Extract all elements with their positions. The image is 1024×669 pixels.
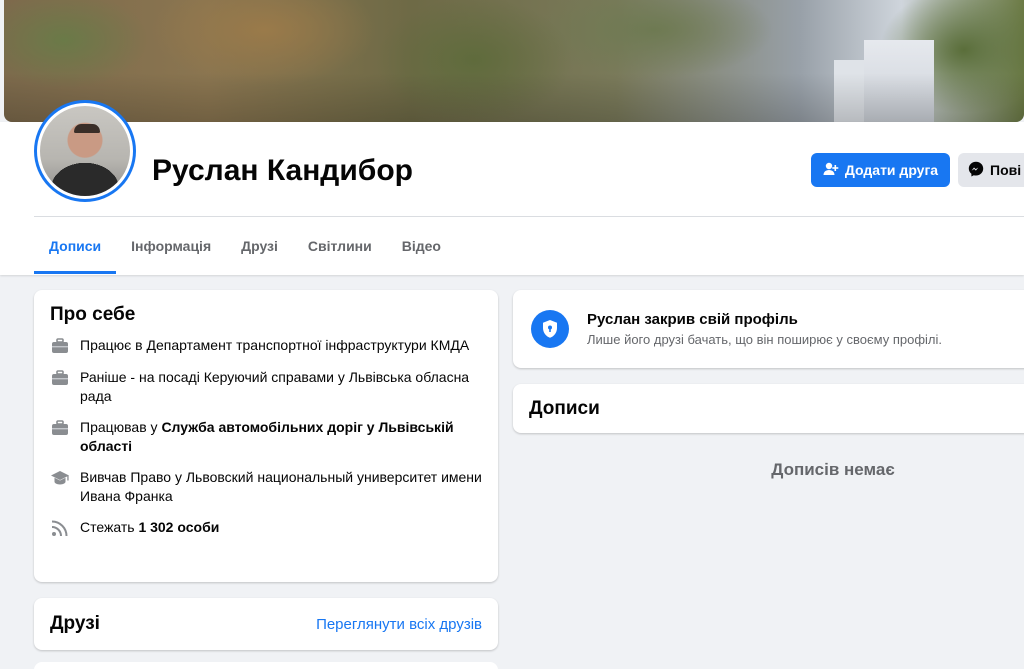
- header-divider: [34, 216, 1024, 217]
- tab-photos[interactable]: Світлини: [293, 218, 387, 274]
- locked-subtitle: Лише його друзі бачать, що він поширює у…: [587, 332, 943, 347]
- info-text: Стежать 1 302 особи: [80, 518, 219, 537]
- tab-label: Світлини: [307, 238, 372, 254]
- info-row-past-work: Працював у Служба автомобільних доріг у …: [50, 418, 482, 456]
- no-posts-message: Дописів немає: [771, 460, 895, 479]
- tab-videos[interactable]: Відео: [387, 218, 456, 274]
- info-prefix: Працював у: [80, 419, 162, 435]
- briefcase-icon: [50, 368, 70, 388]
- info-row-work: Працює в Департамент транспортної інфрас…: [50, 336, 482, 356]
- posts-card: Дописи: [513, 384, 1024, 433]
- locked-text: Руслан закрив свій профіль Лише його дру…: [587, 311, 942, 347]
- locked-profile-card: Руслан закрив свій профіль Лише його дру…: [513, 290, 1024, 368]
- tab-posts[interactable]: Дописи: [34, 218, 117, 274]
- info-text: Вивчав Право у Львовский национальный ун…: [80, 469, 482, 504]
- friends-title: Друзі: [50, 613, 100, 634]
- briefcase-icon: [50, 418, 70, 438]
- info-row-previous-work: Раніше - на посаді Керуючий справами у Л…: [50, 368, 482, 406]
- avatar-photo: [37, 103, 133, 199]
- profile-name: Руслан Кандибор: [152, 154, 413, 187]
- message-button[interactable]: Пові: [958, 153, 1024, 187]
- info-text: Працював у Служба автомобільних доріг у …: [80, 418, 482, 456]
- about-card: Про себе Працює в Департамент транспортн…: [34, 290, 498, 582]
- messenger-icon: [968, 161, 984, 180]
- tab-label: Відео: [401, 238, 441, 254]
- briefcase-icon: [50, 336, 70, 356]
- graduation-cap-icon: [50, 468, 70, 488]
- followers-link[interactable]: 1 302 особи: [138, 519, 219, 535]
- next-card-edge: [34, 662, 498, 669]
- tab-friends[interactable]: Друзі: [226, 218, 293, 274]
- add-friend-label: Додати друга: [844, 162, 939, 178]
- info-row-followers: Стежать 1 302 особи: [50, 518, 482, 538]
- locked-title: Руслан закрив свій профіль: [587, 311, 798, 328]
- posts-title: Дописи: [529, 397, 600, 419]
- rss-icon: [50, 518, 70, 538]
- friends-card: Друзі Переглянути всіх друзів: [34, 598, 498, 650]
- message-label: Пові: [990, 162, 1022, 178]
- shield-lock-icon: [531, 310, 569, 348]
- info-prefix: Стежать: [80, 519, 139, 535]
- add-user-icon: [823, 162, 839, 179]
- profile-tabs: Дописи Інформація Друзі Світлини Відео: [34, 218, 456, 274]
- profile-avatar[interactable]: [34, 100, 136, 202]
- info-row-education: Вивчав Право у Львовский национальный ун…: [50, 468, 482, 506]
- add-friend-button[interactable]: Додати друга: [811, 153, 950, 187]
- tab-label: Дописи: [49, 238, 102, 254]
- about-title: Про себе: [50, 304, 136, 325]
- tab-about[interactable]: Інформація: [116, 218, 226, 274]
- info-text: Раніше - на посаді Керуючий справами у Л…: [80, 369, 470, 404]
- cover-shade: [4, 0, 1024, 122]
- tab-label: Друзі: [241, 238, 278, 254]
- cover-photo[interactable]: [4, 0, 1024, 122]
- tab-label: Інформація: [131, 238, 212, 254]
- info-text: Працює в Департамент транспортної інфрас…: [80, 337, 470, 353]
- see-all-friends-link[interactable]: Переглянути всіх друзів: [316, 616, 482, 633]
